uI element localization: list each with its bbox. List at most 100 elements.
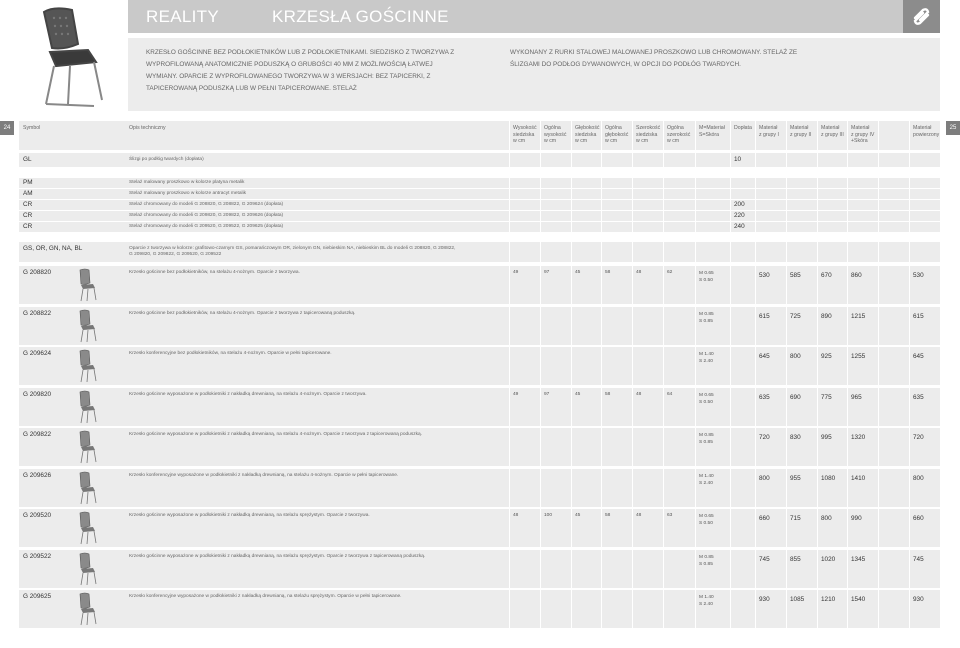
grid-line <box>730 590 731 628</box>
grid-line <box>878 153 879 167</box>
product-material-usage: M 1.40 S 2.40 <box>699 352 714 364</box>
grid-line <box>786 200 787 210</box>
grid-line <box>632 590 633 628</box>
product-price: 995 <box>821 434 832 441</box>
grid-line <box>755 200 756 210</box>
grid-line <box>909 189 910 199</box>
grid-line <box>847 189 848 199</box>
grid-line <box>540 347 541 385</box>
option-row: CR Stelaż chromowany do modeli G 209520, … <box>19 222 940 232</box>
grid-line <box>909 200 910 210</box>
grid-line <box>632 153 633 167</box>
grid-line <box>755 468 756 507</box>
grid-line <box>878 549 879 588</box>
grid-line <box>730 222 731 232</box>
grid-line <box>571 306 572 345</box>
grid-line <box>847 428 848 466</box>
col-group-4: Materiał z grupy IV +Skóra <box>851 125 875 144</box>
grid-line <box>755 306 756 345</box>
grid-line <box>817 242 818 262</box>
product-price: 1320 <box>851 434 866 441</box>
product-price: 585 <box>790 272 801 279</box>
grid-line <box>730 387 731 426</box>
grid-line <box>601 509 602 547</box>
grid-line <box>786 590 787 628</box>
grid-line <box>730 266 731 304</box>
option-surcharge: 220 <box>734 212 745 219</box>
grid-line <box>601 200 602 210</box>
grid-line <box>695 306 696 345</box>
product-description: Krzesło gościnne wyposażone w podłokietn… <box>129 513 370 518</box>
product-price: 1085 <box>790 596 805 603</box>
grid-line <box>909 549 910 588</box>
grid-line <box>755 428 756 466</box>
grid-line <box>730 549 731 588</box>
col-symbol: Symbol <box>23 125 41 131</box>
grid-line <box>847 387 848 426</box>
grid-line <box>632 468 633 507</box>
product-price: 830 <box>790 434 801 441</box>
product-symbol: G 208820 <box>23 269 52 276</box>
grid-line <box>909 153 910 167</box>
grid-line <box>663 178 664 188</box>
grid-line <box>632 387 633 426</box>
product-description: Krzesło konferencyjne wyposażone w podło… <box>129 472 399 478</box>
chair-thumbnail-icon <box>79 471 97 504</box>
col-total-width: Ogólna szerokość w cm <box>667 125 691 144</box>
grid-line <box>786 509 787 547</box>
grid-line <box>571 121 572 150</box>
description-right: WYKONANY Z RURKI STALOWEJ MALOWANEJ PROS… <box>510 49 798 68</box>
grid-line <box>817 211 818 221</box>
grid-line <box>786 387 787 426</box>
grid-line <box>817 178 818 188</box>
chair-thumbnail-icon <box>79 349 97 383</box>
chair-thumbnail-icon <box>79 592 97 626</box>
grid-line <box>571 153 572 167</box>
product-price: 800 <box>821 515 832 522</box>
grid-line <box>601 590 602 628</box>
col-seat-height: Wysokość siedziska w cm <box>513 125 537 144</box>
grid-line <box>847 153 848 167</box>
grid-line <box>509 387 510 426</box>
grid-line <box>817 590 818 628</box>
table-row: G 209626 Krzesło konferencyjne wyposażone… <box>19 468 940 507</box>
chair-thumbnail-icon <box>79 390 97 423</box>
grid-line <box>601 549 602 588</box>
grid-line <box>786 153 787 167</box>
grid-line <box>817 428 818 466</box>
option-description: Stelaż chromowany do modeli G 208820, G … <box>129 202 284 207</box>
grid-line <box>878 121 879 150</box>
grid-line <box>571 189 572 199</box>
grid-line <box>571 211 572 221</box>
grid-line <box>786 266 787 304</box>
product-price: 745 <box>759 555 770 563</box>
price-table: Symbol Opis techniczny Wysokość siedziska… <box>19 121 940 638</box>
grid-line <box>755 590 756 628</box>
col-group-2: Materiał z grupy II <box>790 125 812 138</box>
option-symbol: GL <box>23 156 32 163</box>
grid-line <box>663 222 664 232</box>
grid-line <box>817 549 818 588</box>
product-symbol: G 209520 <box>23 512 52 519</box>
product-dimension: 48 <box>636 270 642 275</box>
product-price: 615 <box>913 312 924 320</box>
grid-line <box>663 468 664 507</box>
product-dimension: 97 <box>544 391 550 397</box>
product-price: 1540 <box>851 596 866 603</box>
grid-line <box>540 428 541 466</box>
option-row: AM Stelaż malowany proszkowo w kolorze an… <box>19 189 940 199</box>
grid-line <box>540 468 541 507</box>
product-price: 720 <box>759 434 770 441</box>
chair-thumbnail-icon <box>79 552 97 585</box>
grid-line <box>509 266 510 304</box>
product-price: 800 <box>759 474 770 482</box>
grid-line <box>730 347 731 385</box>
grid-line <box>878 347 879 385</box>
grid-line <box>909 242 910 262</box>
grid-line <box>817 509 818 547</box>
col-total-height: Ogólna wysokość w cm <box>544 125 567 144</box>
grid-line <box>730 153 731 167</box>
grid-line <box>695 153 696 167</box>
product-price: 715 <box>790 515 801 522</box>
grid-line <box>571 468 572 507</box>
